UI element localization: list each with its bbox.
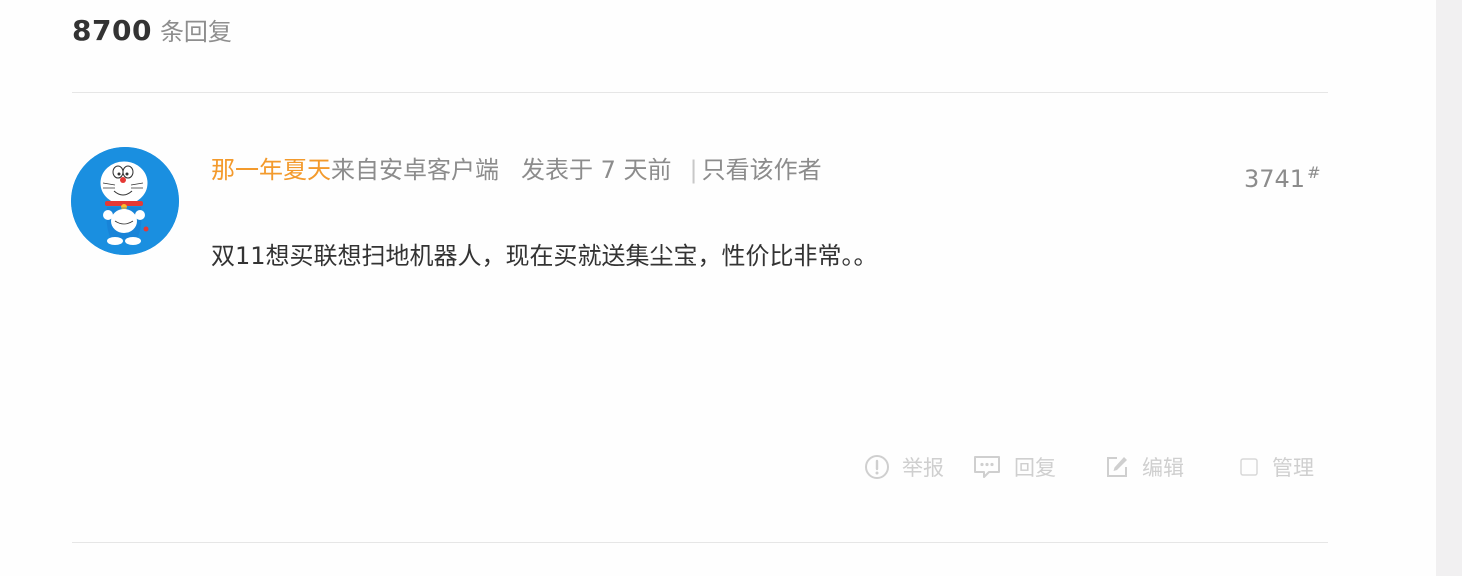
meta-separator: | (689, 156, 698, 184)
doraemon-avatar-icon (71, 147, 179, 255)
post-actions: 举报 回复 编辑 管理 (864, 452, 1338, 482)
post-content: 双11想买联想扫地机器人，现在买就送集尘宝，性价比非常。。 (211, 242, 878, 270)
post-page: 8700 条回复 那一年夏天 来自安卓客户端 发表于 7 天前 | 只看该作者 … (0, 0, 1462, 576)
avatar[interactable] (71, 147, 179, 255)
report-button[interactable]: 举报 (864, 452, 972, 482)
chat-bubble-icon (972, 454, 1002, 480)
post-source: 来自安卓客户端 (331, 156, 499, 184)
top-divider (72, 92, 1328, 93)
manage-button[interactable]: 管理 (1238, 452, 1338, 482)
report-label: 举报 (902, 456, 944, 480)
manage-label: 管理 (1272, 456, 1314, 480)
post-meta: 那一年夏天 来自安卓客户端 发表于 7 天前 | 只看该作者 (211, 150, 822, 185)
reply-count-unit: 条回复 (159, 18, 232, 46)
edit-label: 编辑 (1142, 456, 1184, 480)
floor-hash: # (1307, 163, 1321, 182)
only-author-link[interactable]: 只看该作者 (702, 150, 822, 185)
reply-label: 回复 (1014, 456, 1056, 480)
bottom-divider (72, 542, 1328, 543)
checkbox-icon[interactable] (1238, 456, 1260, 478)
reply-count-number: 8700 (72, 14, 152, 47)
floor-number[interactable]: 3741 # (1244, 163, 1320, 193)
edit-pencil-icon (1104, 454, 1130, 480)
post-time: 发表于 7 天前 (521, 156, 672, 184)
reply-button[interactable]: 回复 (972, 452, 1104, 482)
author-name-link[interactable]: 那一年夏天 (211, 150, 331, 185)
reply-count-header: 8700 条回复 (72, 12, 232, 47)
edit-button[interactable]: 编辑 (1104, 452, 1238, 482)
scrollbar-track[interactable] (1436, 0, 1462, 576)
floor-number-value: 3741 (1244, 165, 1306, 193)
alert-circle-icon (864, 454, 890, 480)
